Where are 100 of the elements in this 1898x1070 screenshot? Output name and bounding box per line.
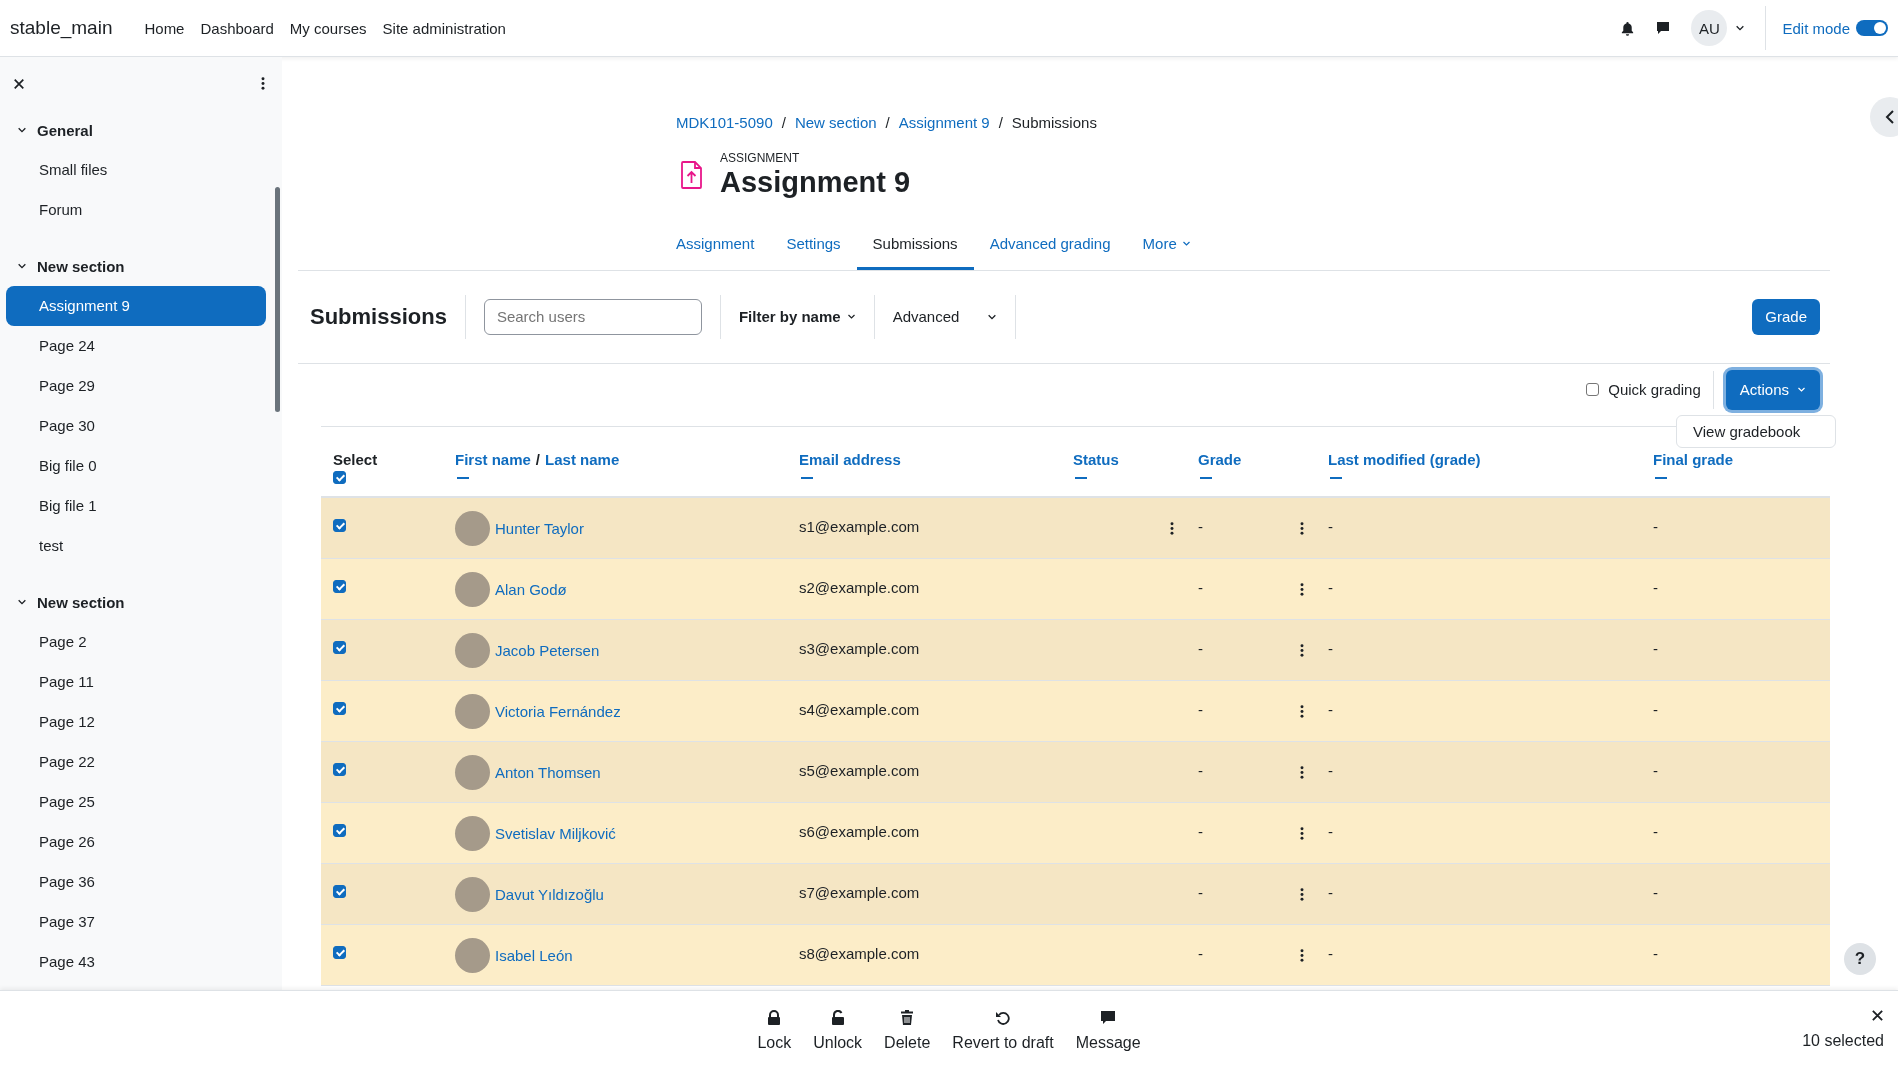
row-checkbox[interactable] [333, 823, 346, 837]
user-name-link[interactable]: Hunter Taylor [495, 519, 584, 537]
edit-mode-toggle[interactable] [1856, 20, 1888, 36]
user-avatar[interactable]: AU [1691, 10, 1728, 46]
sidebar-item[interactable]: Page 37 [6, 902, 266, 942]
section-heading[interactable]: General [6, 110, 266, 150]
select-all-checkbox[interactable] [333, 470, 346, 484]
sort-indicator-icon[interactable] [1655, 476, 1667, 479]
bulk-action-button[interactable]: Revert to draft [946, 1009, 1060, 1052]
row-checkbox[interactable] [333, 762, 346, 776]
tab[interactable]: Assignment [660, 223, 771, 270]
collapse-drawer-icon[interactable] [1870, 97, 1898, 137]
sort-link[interactable]: Grade [1198, 450, 1242, 468]
sidebar-item[interactable]: Page 29 [6, 366, 266, 406]
breadcrumb-link[interactable]: MDK101-5090 [676, 114, 773, 131]
actions-dropdown-button[interactable]: Actions [1725, 369, 1820, 410]
sort-indicator-icon[interactable] [801, 476, 813, 479]
row-checkbox[interactable] [333, 640, 346, 654]
sidebar-item[interactable]: Page 43 [6, 942, 266, 982]
sort-link[interactable]: First name [455, 450, 531, 468]
sidebar-item[interactable]: Small files [6, 150, 266, 190]
sort-link[interactable]: Last name [545, 450, 620, 468]
close-icon[interactable] [13, 77, 25, 90]
advanced-dropdown[interactable]: Advanced [892, 308, 998, 326]
bulk-action-button[interactable]: Lock [751, 1009, 798, 1052]
row-checkbox[interactable] [333, 518, 346, 532]
row-checkbox[interactable] [333, 579, 346, 593]
sidebar-item[interactable]: Page 11 [6, 662, 266, 702]
scrollbar[interactable] [275, 187, 280, 412]
more-options-icon[interactable] [1300, 704, 1304, 718]
row-checkbox[interactable] [333, 884, 346, 898]
sort-link[interactable]: Last modified (grade) [1328, 450, 1481, 468]
bulk-action-button[interactable]: Delete [878, 1009, 937, 1052]
section-heading[interactable]: New section [6, 246, 266, 286]
menu-item[interactable]: View gradebook [1677, 418, 1835, 444]
sidebar-item[interactable]: Page 26 [6, 822, 266, 862]
sort-indicator-icon[interactable] [1075, 476, 1087, 479]
chevron-down-icon[interactable] [1735, 23, 1746, 33]
sort-indicator-icon[interactable] [457, 476, 469, 479]
sidebar-item[interactable]: Page 12 [6, 702, 266, 742]
sort-link[interactable]: Final grade [1653, 450, 1734, 468]
user-name-link[interactable]: Anton Thomsen [495, 763, 601, 781]
bulk-action-button[interactable]: Unlock [807, 1009, 869, 1052]
bulk-action-button[interactable]: Message [1069, 1009, 1147, 1052]
site-name[interactable]: stable_main [10, 17, 113, 39]
sidebar-item[interactable]: Page 36 [6, 862, 266, 902]
quick-grading-checkbox[interactable] [1586, 383, 1600, 397]
breadcrumb-link[interactable]: Assignment 9 [898, 114, 990, 131]
more-options-icon[interactable] [1300, 887, 1304, 901]
nav-link[interactable]: Home [144, 19, 185, 37]
user-name-link[interactable]: Alan Godø [495, 580, 567, 598]
close-icon[interactable] [1871, 1009, 1884, 1022]
user-name-link[interactable]: Davut Yıldızoğlu [495, 885, 604, 903]
more-options-icon[interactable] [1170, 521, 1174, 535]
sidebar-item[interactable]: Big file 0 [6, 446, 266, 486]
tab[interactable]: Settings [770, 223, 857, 270]
sidebar-item[interactable]: Big file 1 [6, 486, 266, 526]
filter-dropdown[interactable]: Filter by name [738, 308, 856, 326]
nav-link[interactable]: My courses [289, 19, 367, 37]
row-checkbox[interactable] [333, 945, 346, 959]
table-cell-text: - [1652, 638, 1659, 659]
more-options-icon[interactable] [1300, 643, 1304, 657]
chevron-down-icon[interactable] [17, 125, 27, 135]
sort-link[interactable]: Email address [799, 450, 901, 468]
sidebar-item[interactable]: Page 25 [6, 782, 266, 822]
help-button[interactable]: ? [1844, 943, 1876, 975]
more-options-icon[interactable] [261, 77, 265, 90]
search-field[interactable]: Search users [483, 298, 702, 335]
section-heading[interactable]: New section [6, 582, 266, 622]
sidebar-item[interactable]: Page 2 [6, 622, 266, 662]
more-options-icon[interactable] [1300, 582, 1304, 596]
more-options-icon[interactable] [1300, 948, 1304, 962]
chat-bubble-icon[interactable] [1655, 20, 1672, 36]
sort-indicator-icon[interactable] [1200, 476, 1212, 479]
sidebar-item[interactable]: Page 30 [6, 406, 266, 446]
breadcrumb-link[interactable]: New section [794, 114, 877, 131]
tab[interactable]: Advanced grading [973, 223, 1127, 270]
sidebar-item[interactable]: Assignment 9 [6, 286, 266, 326]
notification-bell-icon[interactable] [1620, 20, 1636, 36]
sort-link[interactable]: Status [1073, 450, 1119, 468]
nav-link[interactable]: Site administration [382, 19, 506, 37]
tab[interactable]: Submissions [856, 223, 974, 270]
more-options-icon[interactable] [1300, 826, 1304, 840]
more-options-icon[interactable] [1300, 521, 1304, 535]
sidebar-item[interactable]: test [6, 526, 266, 566]
sidebar-item[interactable]: Page 24 [6, 326, 266, 366]
grade-button[interactable]: Grade [1752, 298, 1820, 335]
user-name-link[interactable]: Svetislav Miljković [495, 824, 616, 842]
nav-link[interactable]: Dashboard [200, 19, 274, 37]
more-options-icon[interactable] [1300, 765, 1304, 779]
sort-indicator-icon[interactable] [1330, 476, 1342, 479]
chevron-down-icon[interactable] [17, 261, 27, 271]
row-checkbox[interactable] [333, 701, 346, 715]
tab[interactable]: More [1126, 223, 1207, 270]
user-name-link[interactable]: Jacob Petersen [495, 641, 600, 659]
user-name-link[interactable]: Isabel León [495, 946, 573, 964]
sidebar-item[interactable]: Page 22 [6, 742, 266, 782]
chevron-down-icon[interactable] [17, 597, 27, 607]
user-name-link[interactable]: Victoria Fernández [495, 702, 621, 720]
sidebar-item[interactable]: Forum [6, 190, 266, 230]
